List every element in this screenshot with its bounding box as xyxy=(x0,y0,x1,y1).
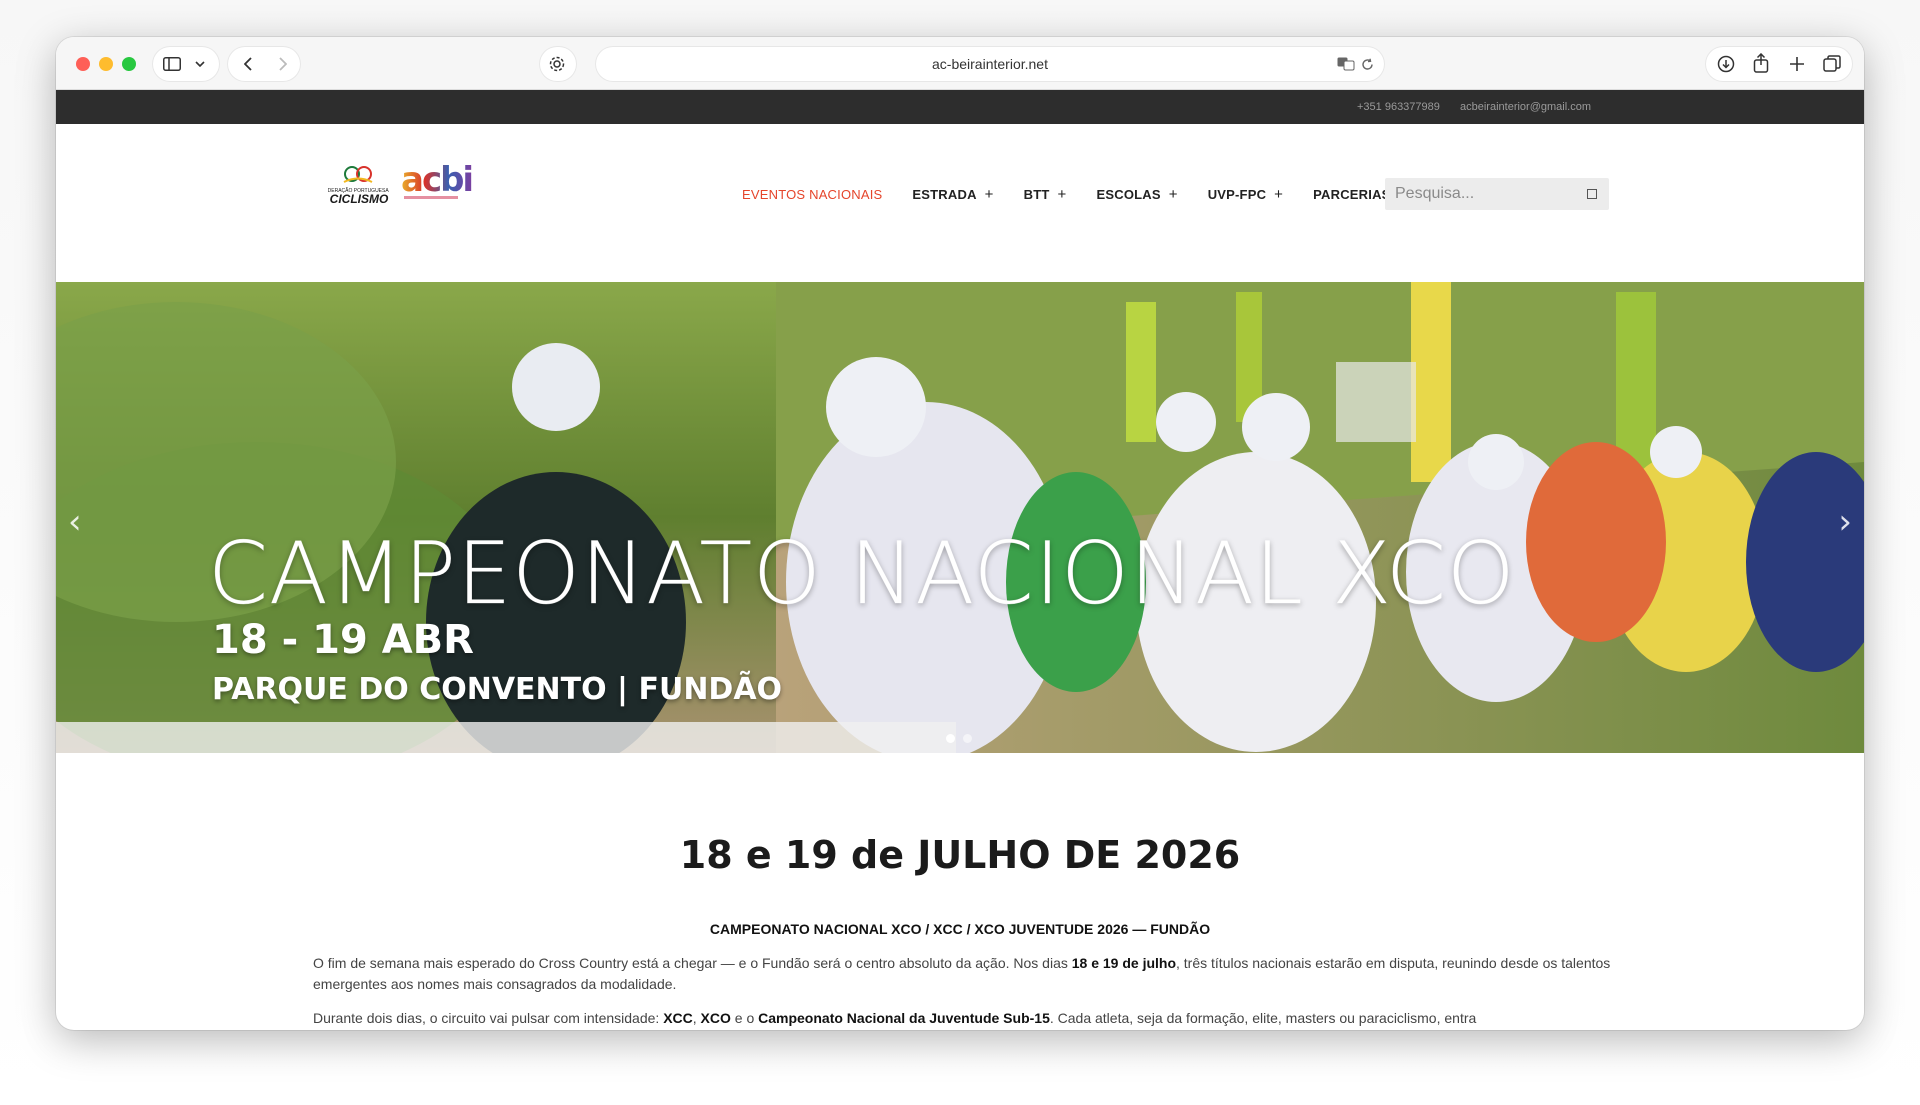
translate-icon[interactable] xyxy=(1336,55,1356,73)
nav-parcerias-label: PARCERIAS xyxy=(1313,187,1391,202)
contact-email[interactable]: acbeirainterior@gmail.com xyxy=(1460,101,1591,113)
event-subtitle: CAMPEONATO NACIONAL XCO / XCC / XCO JUVE… xyxy=(709,921,1211,937)
new-tab-icon[interactable] xyxy=(1787,54,1807,74)
back-icon[interactable] xyxy=(236,54,260,74)
p1-part: O fim de semana mais esperado do Cross C… xyxy=(313,955,1072,971)
minimize-window-button[interactable] xyxy=(99,57,113,71)
tab-overview-icon[interactable] xyxy=(1822,54,1842,74)
search-box xyxy=(1385,178,1609,210)
zoom-window-button[interactable] xyxy=(122,57,136,71)
details-paragraph: Durante dois dias, o circuito vai pulsar… xyxy=(313,1008,1613,1029)
nav-eventos-nacionais-label: EVENTOS NACIONAIS xyxy=(742,187,883,202)
hero-slider: ‹ › CAMPEONATO NACIONAL XCO 18 - 19 ABR … xyxy=(56,282,1864,753)
search-icon[interactable] xyxy=(1587,189,1597,199)
hero-date: 18 - 19 ABR xyxy=(212,617,474,663)
nav-uvp-fpc-label: UVP-FPC xyxy=(1207,187,1267,202)
close-window-button[interactable] xyxy=(76,57,90,71)
nav-btt[interactable]: BTT + xyxy=(1024,186,1067,203)
contact-phone[interactable]: +351 963377989 xyxy=(1357,101,1440,113)
plus-icon: + xyxy=(1168,186,1178,203)
p2-part: . Cada atleta, seja da formação, elite, … xyxy=(1049,1010,1477,1026)
hero-place: PARQUE DO CONVENTO | FUNDÃO xyxy=(212,672,783,707)
nav-escolas[interactable]: ESCOLAS + xyxy=(1096,186,1177,203)
main-content: 18 e 19 de JULHO DE 2026 CAMPEONATO NACI… xyxy=(56,753,1864,1030)
share-icon[interactable] xyxy=(1750,52,1772,74)
nav-uvp-fpc[interactable]: UVP-FPC + xyxy=(1208,186,1283,203)
acbi-logo[interactable]: acbi xyxy=(401,160,474,206)
p2-bold: XCO xyxy=(700,1010,731,1026)
slide-dot-1[interactable] xyxy=(946,734,955,743)
p2-bold: XCC xyxy=(663,1010,693,1026)
main-nav: EVENTOS NACIONAIS ESTRADA + BTT + ESCOLAS +… xyxy=(742,186,1421,203)
plus-icon: + xyxy=(984,186,994,203)
reload-icon[interactable] xyxy=(1358,55,1376,73)
p1-bold: 18 e 19 de julho xyxy=(1071,955,1177,971)
nav-eventos-nacionais[interactable]: EVENTOS NACIONAIS xyxy=(742,186,882,203)
sidebar-icon[interactable] xyxy=(162,55,182,73)
federacao-ciclismo-logo[interactable]: FEDERAÇÃO PORTUGUESA DE CICLISMO xyxy=(321,165,397,207)
nav-parcerias[interactable]: PARCERIAS xyxy=(1313,186,1390,203)
p2-part: e o xyxy=(730,1010,759,1026)
browser-toolbar: ac-beirainterior.net xyxy=(56,37,1864,90)
search-input[interactable] xyxy=(1395,184,1575,204)
acbi-logo-subtext xyxy=(404,196,458,199)
acbi-logo-text: acbi xyxy=(401,160,474,200)
plus-icon: + xyxy=(1057,186,1067,203)
event-date-title: 18 e 19 de JULHO DE 2026 xyxy=(679,833,1241,877)
nav-estrada[interactable]: ESTRADA + xyxy=(912,186,993,203)
hero-title: CAMPEONATO NACIONAL XCO xyxy=(208,524,1516,625)
plus-icon: + xyxy=(1274,186,1284,203)
forward-icon[interactable] xyxy=(270,54,294,74)
slide-dot-2[interactable] xyxy=(963,734,972,743)
nav-estrada-label: ESTRADA xyxy=(912,187,977,202)
site-header: FEDERAÇÃO PORTUGUESA DE CICLISMO acbi EV… xyxy=(56,124,1864,282)
p2-bold: Campeonato Nacional da Juventude Sub-15 xyxy=(758,1010,1050,1026)
gear-icon[interactable] xyxy=(547,55,567,73)
p2-part: Durante dois dias, o circuito vai pulsar… xyxy=(313,1010,664,1026)
chevron-down-icon[interactable] xyxy=(193,56,207,72)
nav-escolas-label: ESCOLAS xyxy=(1096,187,1161,202)
federacao-logo-text: CICLISMO xyxy=(329,192,389,206)
address-bar[interactable]: ac-beirainterior.net xyxy=(596,47,1384,81)
download-icon[interactable] xyxy=(1715,54,1737,74)
browser-window: ac-beirainterior.net +351 963377989 acbe… xyxy=(56,37,1864,1030)
hero-prev-arrow[interactable]: ‹ xyxy=(68,502,82,542)
contact-topbar: +351 963377989 acbeirainterior@gmail.com xyxy=(56,90,1864,124)
hero-next-arrow[interactable]: › xyxy=(1838,502,1852,542)
slider-pagination xyxy=(946,734,972,743)
p2-part: , xyxy=(692,1010,701,1026)
intro-paragraph: O fim de semana mais esperado do Cross C… xyxy=(313,953,1613,995)
url-text: ac-beirainterior.net xyxy=(932,56,1048,72)
nav-btt-label: BTT xyxy=(1023,187,1050,202)
